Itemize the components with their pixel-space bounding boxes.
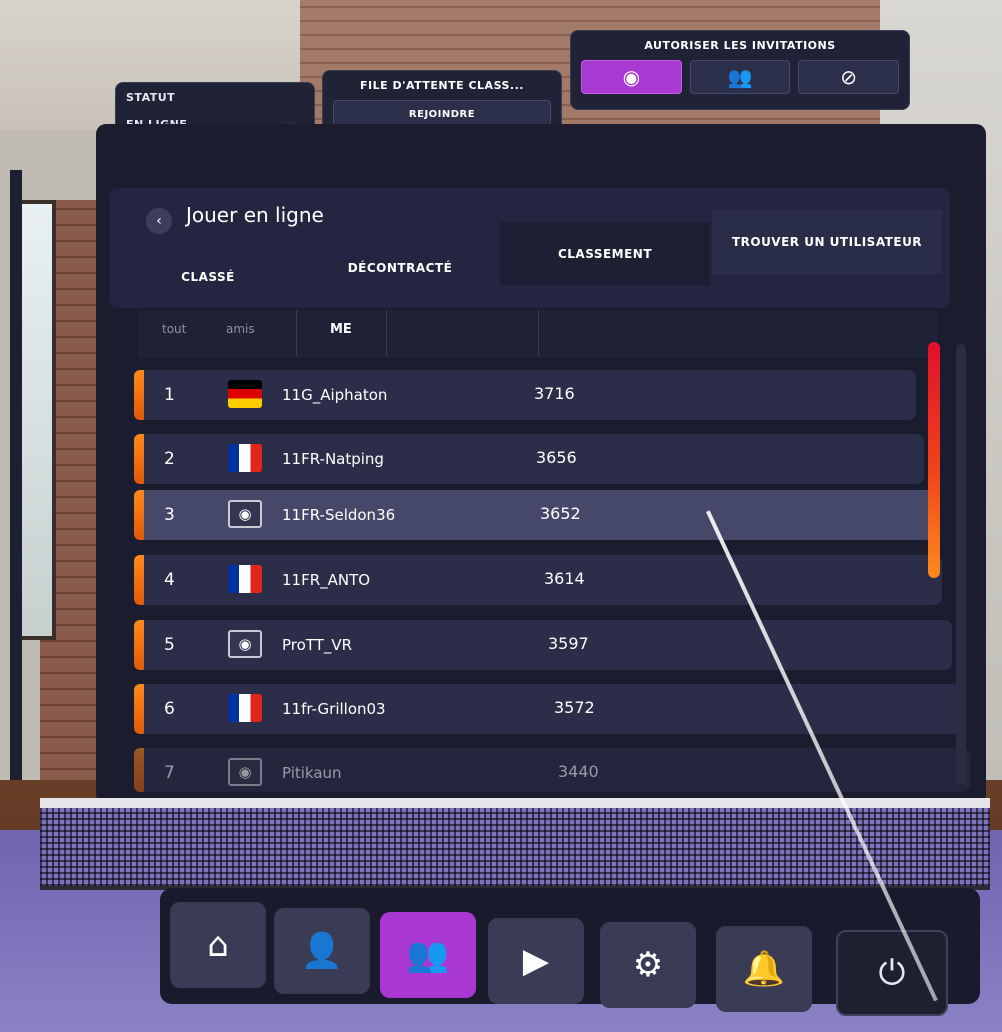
invite-everyone-button[interactable]: ◉ [581,60,682,94]
tab-casual[interactable]: DÉCONTRACTÉ [300,240,500,296]
settings-icon: ⚙ [632,945,664,985]
row-player-name: 11FR-Natping [282,450,384,468]
row-rank: 2 [164,449,175,469]
nav-home-button[interactable]: ⌂ [170,902,266,988]
leaderboard-row[interactable]: 7 ◉ Pitikaun 3440 [134,748,970,792]
invite-nobody-button[interactable]: ⊘ [798,60,900,94]
leaderboard-row[interactable]: 4 11FR_ANTO 3614 [134,555,942,605]
row-player-name: 11fr-Grillon03 [282,700,386,718]
leaderboard-row[interactable]: 1 11G_Aiphaton 3716 [134,370,916,420]
tab-ranked[interactable]: CLASSÉ [118,252,298,302]
tab-leaderboard[interactable]: CLASSEMENT [500,222,710,286]
power-icon: ⏻ [878,953,906,993]
filter-friends[interactable]: amis [226,322,255,336]
queue-label: FILE D'ATTENTE CLASS... [360,79,524,92]
globe-flag-icon: ◉ [228,500,262,528]
row-score: 3597 [548,634,589,653]
rank-stripe [134,748,144,792]
rank-stripe [134,555,144,605]
home-icon: ⌂ [207,925,229,965]
filter-divider [386,310,387,356]
row-score: 3652 [540,504,581,523]
leaderboard-row[interactable]: 5 ◉ ProTT_VR 3597 [134,620,952,670]
row-score: 3614 [544,569,585,588]
back-button[interactable]: ‹ [146,208,172,234]
profile-icon: 👤 [300,931,344,971]
rank-stripe [134,434,144,484]
row-player-name: ProTT_VR [282,636,353,654]
row-score: 3440 [558,762,599,781]
chevron-left-icon: ‹ [156,213,162,229]
friends-icon: 👥 [727,65,753,89]
filter-divider [296,310,297,356]
filter-divider [538,310,539,356]
social-icon: 👥 [406,935,450,975]
filter-me[interactable]: ME [330,322,352,337]
nav-settings-button[interactable]: ⚙ [600,922,696,1008]
row-score: 3716 [534,384,575,403]
globe-icon: ◉ [622,65,641,89]
row-rank: 3 [164,505,175,525]
invitations-panel: AUTORISER LES INVITATIONS ◉ 👥 ⊘ [570,30,910,110]
nav-social-button[interactable]: 👥 [380,912,476,998]
leaderboard-scrollbar[interactable] [956,344,966,784]
leaderboard-row-highlighted[interactable]: 3 ◉ 11FR-Seldon36 3652 [134,490,934,540]
status-label: STATUT [126,91,176,104]
invitations-label: AUTORISER LES INVITATIONS [644,39,836,52]
leaderboard-row[interactable]: 6 11fr-Grillon03 3572 [134,684,960,734]
rank-stripe [134,684,144,734]
block-icon: ⊘ [840,65,858,89]
globe-flag-icon: ◉ [228,630,262,658]
replay-icon: ▶ [522,941,550,981]
filter-all[interactable]: tout [162,322,186,336]
nav-replay-button[interactable]: ▶ [488,918,584,1004]
globe-flag-icon: ◉ [228,758,262,786]
france-flag-icon [228,444,262,472]
nav-notifications-button[interactable]: 🔔 [716,926,812,1012]
germany-flag-icon [228,380,262,408]
row-player-name: 11FR_ANTO [282,571,371,589]
rank-stripe [134,620,144,670]
france-flag-icon [228,565,262,593]
france-flag-icon [228,694,262,722]
rank-stripe [134,490,144,540]
rank-stripe [134,370,144,420]
row-rank: 6 [164,699,175,719]
leaderboard-row[interactable]: 2 11FR-Natping 3656 [134,434,924,484]
row-rank: 5 [164,635,175,655]
bell-icon: 🔔 [742,949,786,989]
row-player-name: Pitikaun [282,764,342,782]
invite-friends-button[interactable]: 👥 [689,60,791,94]
nav-profile-button[interactable]: 👤 [274,908,370,994]
row-rank: 1 [164,385,175,405]
nav-power-button[interactable]: ⏻ [836,930,948,1016]
row-score: 3572 [554,698,595,717]
leaderboard-scrollbar-thumb[interactable] [928,342,940,578]
row-player-name: 11FR-Seldon36 [282,506,396,524]
row-score: 3656 [536,448,577,467]
page-title: Jouer en ligne [186,203,324,227]
tab-find-user[interactable]: TROUVER UN UTILISATEUR [712,210,942,274]
row-player-name: 11G_Aiphaton [282,386,388,404]
side-panel-edge [10,170,22,810]
row-rank: 4 [164,570,175,590]
row-rank: 7 [164,763,175,783]
